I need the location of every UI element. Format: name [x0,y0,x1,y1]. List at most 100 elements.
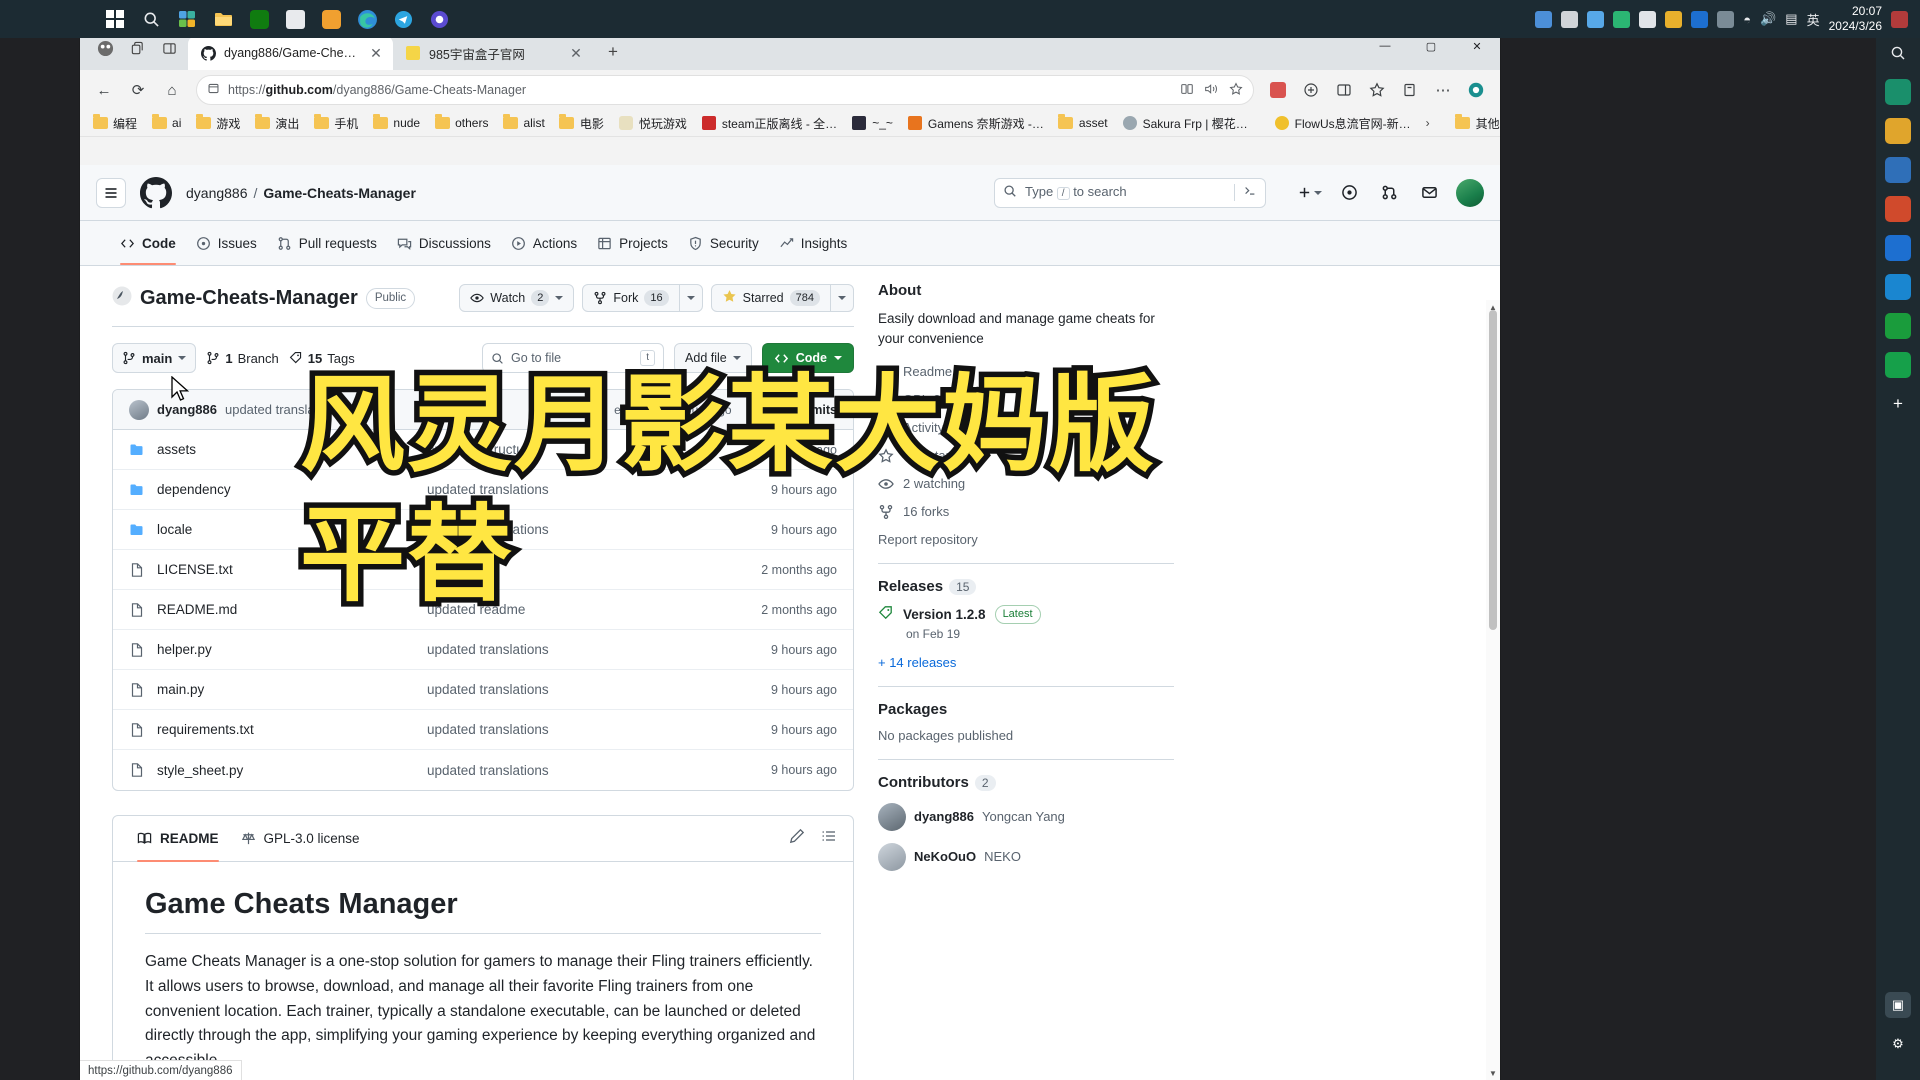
widgets-icon[interactable] [170,4,204,34]
file-commit-message[interactable]: updated translations [427,522,727,537]
list-item[interactable]: NeKoOuO NEKO [878,842,1174,871]
store-icon[interactable] [278,4,312,34]
code-button[interactable]: Code [761,343,854,373]
browser-menu-icon[interactable]: ⋯ [1427,75,1459,105]
file-commit-message[interactable]: license [427,562,727,577]
battery-icon[interactable]: ▤ [1785,11,1797,27]
bookmark-item[interactable]: 编程 [86,112,143,135]
file-name[interactable]: assets [157,442,427,457]
stars-row[interactable]: 784 stars [878,447,1174,464]
bookmark-item[interactable]: 演出 [248,112,305,135]
tray-app-icon-7[interactable] [1717,10,1735,28]
table-row[interactable]: README.md updated readme 2 months ago [113,590,853,630]
reload-button[interactable]: ⟳ [122,75,154,105]
repo-tab-projects[interactable]: Projects [589,220,676,265]
tray-app-icon-4[interactable] [1613,10,1631,28]
scrollbar-thumb[interactable] [1489,310,1497,630]
sidebar-games-icon[interactable] [1885,274,1911,300]
repo-tab-discussions[interactable]: Discussions [389,220,499,265]
edit-pencil-icon[interactable] [789,828,805,849]
add-file-button[interactable]: Add file [674,343,752,373]
file-commit-message[interactable]: updated translations [427,682,727,697]
bookmark-item[interactable]: 手机 [307,112,364,135]
more-releases-link[interactable]: + 14 releases [878,655,1174,670]
file-name[interactable]: style_sheet.py [157,763,427,778]
bookmarks-overflow-button[interactable]: › [1419,116,1437,130]
commit-author[interactable]: dyang886 [157,402,217,417]
pull-requests-icon[interactable] [1376,180,1402,206]
split-screen-toolbar-icon[interactable] [1328,75,1360,105]
favorite-star-icon[interactable] [1229,81,1243,99]
tags-link[interactable]: 15 Tags [289,351,355,366]
repo-tab-security[interactable]: Security [680,220,767,265]
extension-icon[interactable] [1262,75,1294,105]
bookmark-item[interactable]: others [428,112,494,134]
split-screen-icon[interactable] [154,34,184,62]
file-name[interactable]: locale [157,522,427,537]
issues-icon[interactable] [1336,180,1362,206]
notifications-icon[interactable] [1416,180,1442,206]
file-name[interactable]: dependency [157,482,427,497]
close-icon[interactable]: ✕ [567,44,585,62]
address-bar[interactable]: https://github.com/dyang886/Game-Cheats-… [196,75,1254,105]
read-aloud-icon[interactable] [1204,82,1219,99]
sidebar-screenshot-icon[interactable]: ▣ [1885,992,1911,1018]
sidebar-settings-icon[interactable]: ⚙ [1885,1031,1911,1057]
notification-center-icon[interactable] [1891,10,1908,28]
page-info-icon[interactable] [207,82,220,98]
sidebar-search-icon[interactable] [1885,40,1911,66]
file-explorer-icon[interactable] [206,4,240,34]
commits-link[interactable]: 66 Commits [746,403,837,417]
start-icon[interactable] [98,4,132,34]
file-commit-message[interactable]: updated readme [427,602,727,617]
watch-button-group[interactable]: Watch 2 [459,284,575,312]
bookmark-item[interactable]: nude [366,112,426,134]
breadcrumb-repo[interactable]: Game-Cheats-Manager [263,185,416,201]
sidebar-copilot-icon[interactable] [1885,79,1911,105]
sidebar-add-icon[interactable]: + [1885,391,1911,417]
file-commit-message[interactable]: updated translations [427,642,727,657]
edge-icon[interactable] [350,4,384,34]
back-button[interactable]: ← [88,75,120,105]
command-palette-icon[interactable] [1234,184,1257,201]
file-commit-message[interactable]: updated translations [427,722,727,737]
close-icon[interactable]: ✕ [367,44,385,62]
bookmark-item[interactable]: 游戏 [189,112,246,135]
table-row[interactable]: assets project restructure 13 hours ago [113,430,853,470]
branches-link[interactable]: 1 Branch [206,351,279,366]
chat-icon[interactable] [422,4,456,34]
file-name[interactable]: LICENSE.txt [157,562,427,577]
file-name[interactable]: helper.py [157,642,427,657]
table-row[interactable]: LICENSE.txt license 2 months ago [113,550,853,590]
home-button[interactable]: ⌂ [156,75,188,105]
sidebar-outlook-icon[interactable] [1885,235,1911,261]
file-name[interactable]: README.md [157,602,427,617]
sidebar-shopping-icon[interactable] [1885,118,1911,144]
browser-tab-active[interactable]: dyang886/Game-Cheats-Manag ✕ [188,36,393,70]
go-to-file-input[interactable]: Go to file t [482,343,665,373]
report-repository-link[interactable]: Report repository [878,532,1174,547]
browser-essentials-icon[interactable] [1295,75,1327,105]
bookmark-item[interactable]: Sakura Frp | 樱花内… [1116,112,1266,135]
telegram-icon[interactable] [386,4,420,34]
activity-link-row[interactable]: Activity [878,420,1174,436]
scroll-down-icon[interactable]: ▼ [1486,1066,1500,1080]
tab-readme[interactable]: README [129,816,227,862]
forks-row[interactable]: 16 forks [878,504,1174,520]
table-row[interactable]: helper.py updated translations 9 hours a… [113,630,853,670]
new-tab-button[interactable]: + [599,38,627,66]
navigation-menu-icon[interactable] [96,177,126,208]
search-input[interactable]: Type / to search [994,177,1266,208]
table-row[interactable]: main.py updated translations 9 hours ago [113,670,853,710]
favorites-icon[interactable] [1361,75,1393,105]
star-dropdown-button[interactable] [830,285,853,311]
file-commit-message[interactable]: updated translations [427,482,727,497]
fork-button-group[interactable]: Fork 16 [582,284,703,312]
watch-button[interactable]: Watch 2 [460,285,573,311]
table-row[interactable]: requirements.txt updated translations 9 … [113,710,853,750]
github-logo-icon[interactable] [140,176,172,209]
star-button-group[interactable]: Starred 784 [710,284,854,312]
tray-app-icon-5[interactable] [1639,10,1657,28]
bookmark-item[interactable]: Gamens 奈斯游戏 -… [901,112,1050,135]
tab-actions-icon[interactable] [122,34,152,62]
